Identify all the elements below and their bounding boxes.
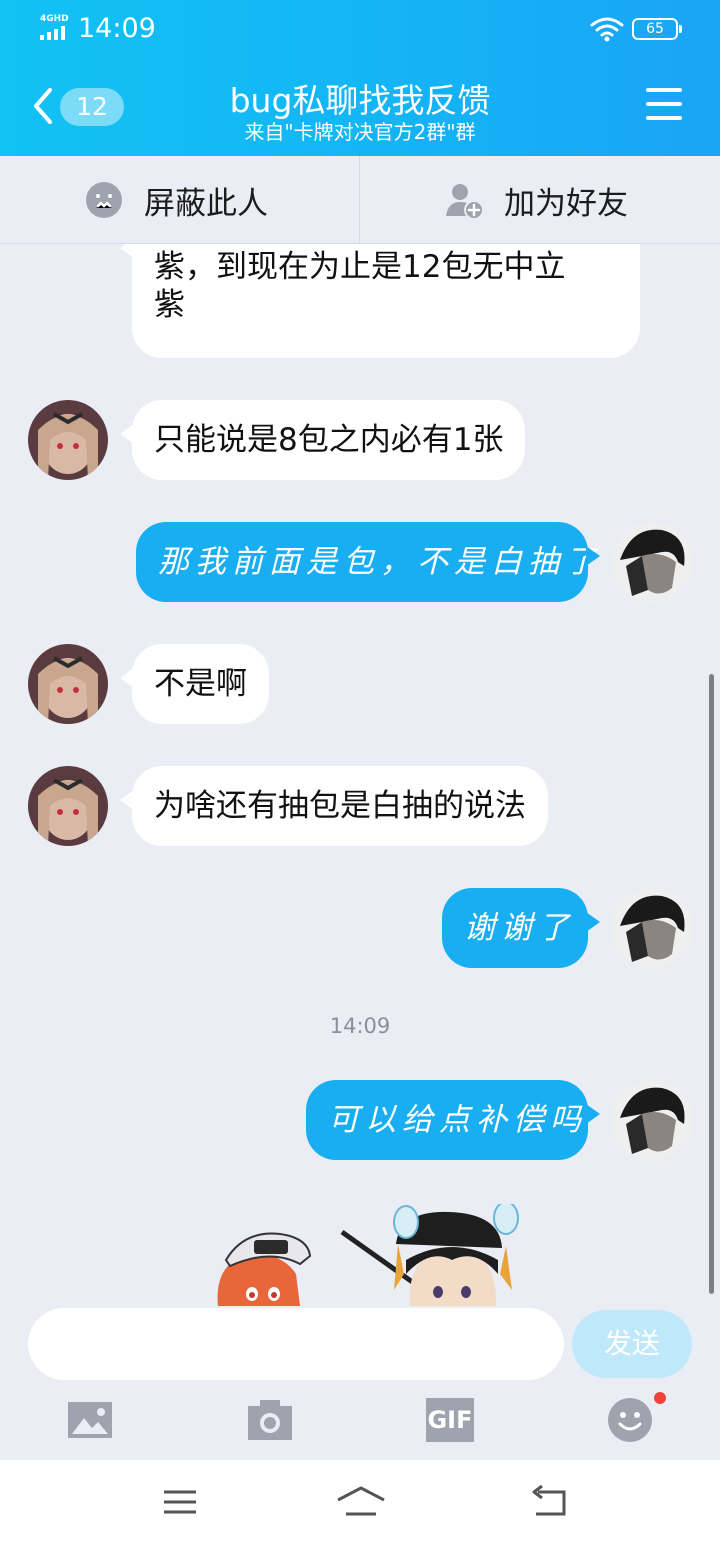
avatar-self[interactable]: [612, 888, 692, 968]
message-bubble-outgoing[interactable]: 那我前面是包，不是白抽了: [136, 522, 600, 602]
emoji-icon[interactable]: [606, 1396, 654, 1444]
action-divider: [359, 156, 360, 244]
image-icon[interactable]: [66, 1398, 114, 1442]
message-text-line: 紫: [154, 287, 185, 323]
message-list[interactable]: 紫，到现在为止是12包无中立 紫 只能说是8包之内必有1张 那我前面是包，不是白…: [0, 244, 720, 1306]
input-bar: 发送 GIF: [0, 1306, 720, 1460]
chat-subtitle: 来自"卡牌对决官方2群"群: [244, 120, 476, 144]
message-bubble-outgoing[interactable]: 谢谢了: [442, 888, 600, 968]
message-text-line: 紫，到现在为止是12包无中立: [154, 249, 566, 285]
message-text: 只能说是8包之内必有1张: [154, 422, 504, 458]
message-bubble-outgoing[interactable]: 可以给点补偿吗: [306, 1080, 600, 1160]
back-arrow-icon[interactable]: [30, 84, 58, 128]
block-user-button[interactable]: 屏蔽此人: [84, 156, 268, 244]
message-text: 可以给点补偿吗: [328, 1102, 587, 1138]
signal-icon: 4GHD: [40, 14, 72, 40]
message-bubble-incoming[interactable]: 只能说是8包之内必有1张: [119, 400, 526, 480]
camera-icon[interactable]: [246, 1398, 294, 1442]
message-text: 为啥还有抽包是白抽的说法: [154, 788, 526, 824]
add-friend-button[interactable]: 加为好友: [444, 156, 628, 244]
status-time: 14:09: [78, 13, 156, 44]
message-text: 不是啊: [154, 666, 247, 702]
message-bubble-incoming[interactable]: 不是啊: [120, 644, 269, 724]
block-user-label: 屏蔽此人: [144, 185, 268, 222]
system-nav-bar: [0, 1460, 720, 1544]
message-bubble-incoming[interactable]: 紫，到现在为止是12包无中立 紫: [120, 244, 640, 358]
recent-apps-icon[interactable]: [162, 1484, 198, 1520]
add-friend-label: 加为好友: [504, 185, 628, 222]
chat-title: bug私聊找我反馈: [229, 81, 491, 120]
send-button[interactable]: 发送: [572, 1310, 692, 1378]
avatar-other-user[interactable]: [28, 766, 108, 846]
avatar-self[interactable]: [612, 1080, 692, 1160]
message-bubble-incoming[interactable]: 为啥还有抽包是白抽的说法: [120, 766, 548, 846]
chat-header: 4GHD 14:09 65 12 bug私聊找我反馈 来自"卡牌对决官方2群"群: [0, 0, 720, 156]
gif-label: GIF: [427, 1406, 473, 1434]
message-input[interactable]: [28, 1308, 564, 1380]
avatar-self[interactable]: [612, 522, 692, 602]
add-friend-icon: [446, 184, 484, 220]
message-timestamp: 14:09: [329, 1014, 391, 1038]
message-text: 那我前面是包，不是白抽了: [158, 544, 602, 580]
home-icon[interactable]: [336, 1484, 386, 1520]
sticker-characters-image: [217, 1204, 519, 1306]
battery-indicator: 65: [632, 18, 682, 40]
gif-icon[interactable]: GIF: [426, 1398, 474, 1442]
notification-dot: [654, 1392, 666, 1404]
action-bar: 屏蔽此人 加为好友: [0, 156, 720, 244]
status-bar: 4GHD 14:09 65: [0, 0, 720, 58]
avatar-other-user[interactable]: [28, 644, 108, 724]
unread-count-badge[interactable]: 12: [60, 88, 124, 126]
avatar-other-user[interactable]: [28, 400, 108, 480]
block-icon: [86, 182, 122, 218]
menu-icon[interactable]: [646, 88, 682, 120]
message-text: 谢谢了: [464, 910, 575, 946]
network-type: 4GHD: [40, 14, 69, 24]
message-scrollbar[interactable]: [709, 674, 714, 1294]
wifi-icon: [590, 17, 624, 42]
back-nav-icon[interactable]: [530, 1484, 568, 1520]
